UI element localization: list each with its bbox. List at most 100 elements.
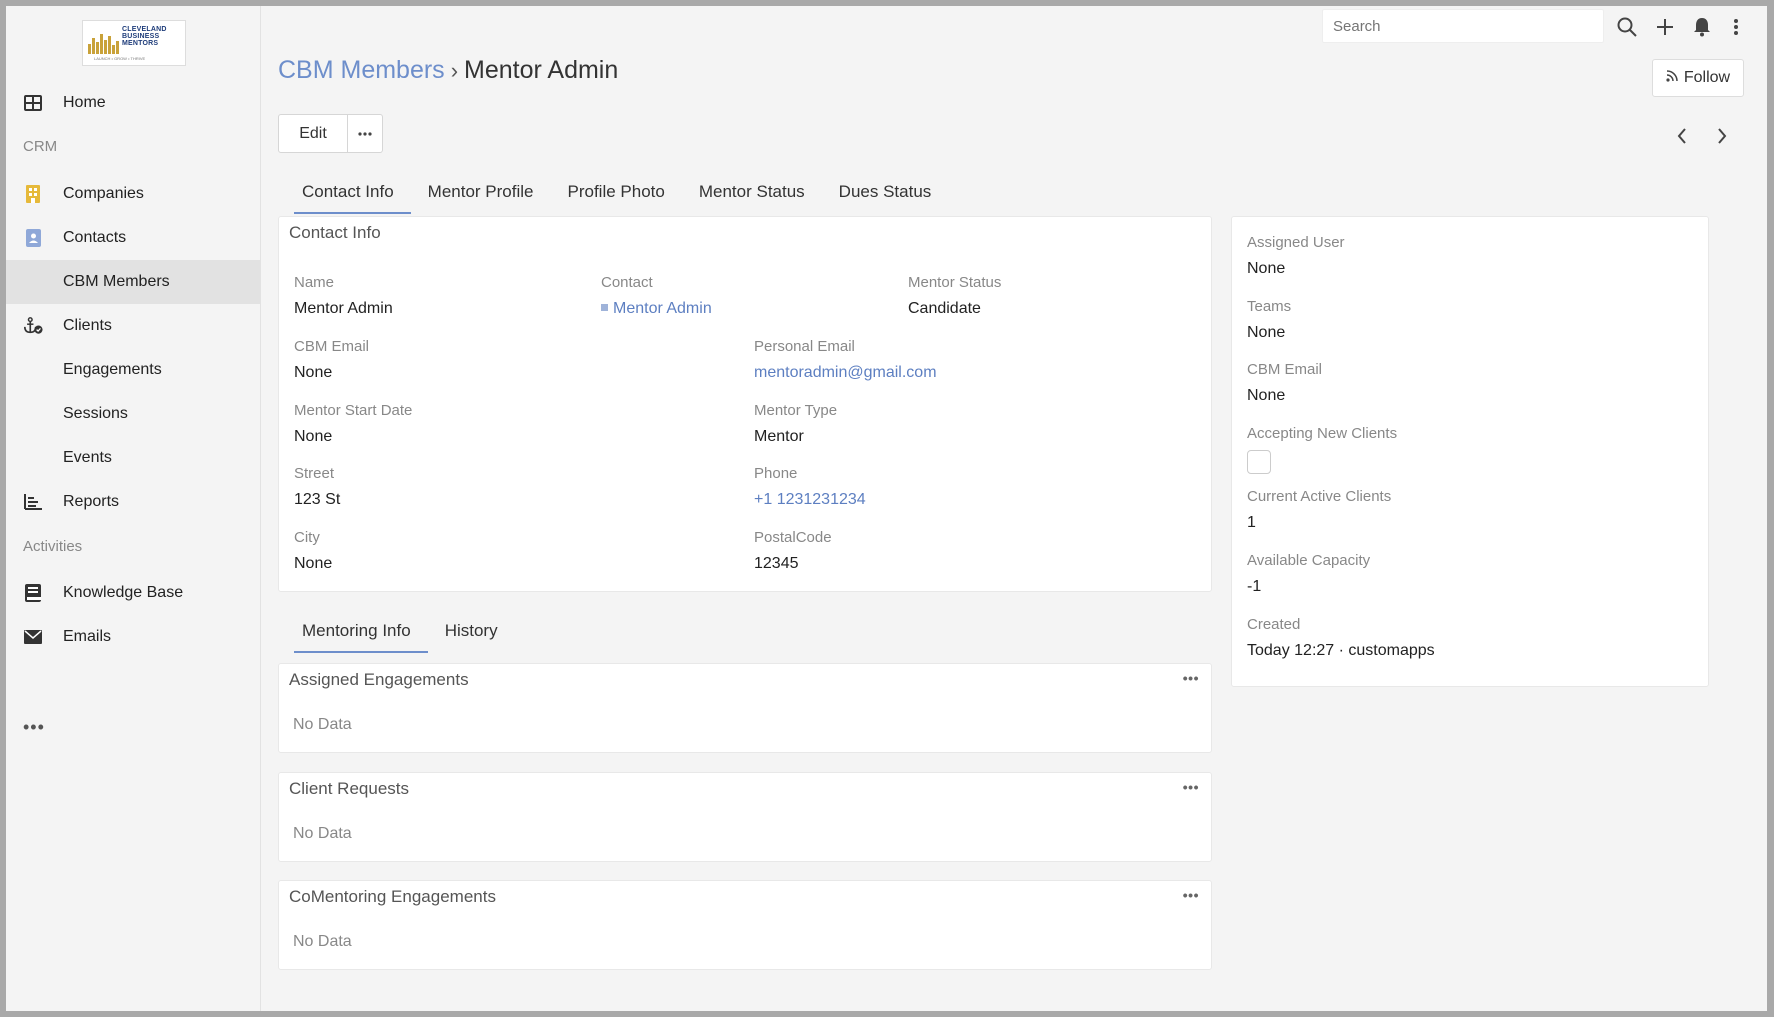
field-name: Name Mentor Admin [294,274,393,318]
field-value: None [294,428,333,445]
side-details-panel: Assigned User None Teams None CBM Email … [1231,216,1709,687]
book-icon [23,583,43,603]
field-label: Current Active Clients [1247,488,1392,505]
sidebar-item-label: CBM Members [63,273,170,290]
field-label: Assigned User [1247,234,1345,251]
sidebar-item-cbm-members[interactable]: CBM Members [6,260,260,304]
sidebar-item-label: Contacts [63,229,127,246]
tab-history[interactable]: History [428,613,515,649]
search-icon[interactable] [1616,16,1638,38]
field-postal-code: PostalCode 12345 [754,529,832,573]
field-accepting-new-clients: Accepting New Clients [1247,425,1397,474]
field-value: Candidate [908,300,981,317]
panel-title: Client Requests [289,779,410,798]
panel-menu-button[interactable]: ••• [1183,887,1199,903]
kebab-menu-icon[interactable] [1725,16,1747,38]
assigned-engagements-panel: Assigned Engagements ••• No Data [278,663,1212,753]
more-actions-button[interactable] [348,115,382,152]
sidebar-item-label: Engagements [63,361,162,378]
field-label: CBM Email [1247,361,1323,378]
sidebar-item-label: Emails [63,628,112,645]
sidebar-item-label: Knowledge Base [63,584,184,601]
phone-link[interactable]: +1 1231231234 [754,491,866,509]
sidebar-item-sessions[interactable]: Sessions [6,392,260,436]
sidebar: CLEVELAND BUSINESS MENTORS LAUNCH • GROW… [6,6,261,1011]
field-value: Mentor Admin [294,300,393,317]
field-value: None [1247,260,1286,277]
no-data-text: No Data [293,825,352,842]
search-input[interactable] [1322,9,1604,43]
no-data-text: No Data [293,933,352,950]
logo-line-1: CLEVELAND [122,26,167,33]
field-label: City [294,529,320,546]
tab-mentor-profile[interactable]: Mentor Profile [411,174,551,210]
panel-menu-button[interactable]: ••• [1183,779,1199,795]
field-mentor-status: Mentor Status Candidate [908,274,1001,318]
sidebar-item-label: Events [63,449,112,466]
client-requests-panel: Client Requests ••• No Data [278,772,1212,862]
logo-tagline: LAUNCH • GROW • THRIVE [94,56,146,61]
tab-profile-photo[interactable]: Profile Photo [551,174,682,210]
sidebar-item-contacts[interactable]: Contacts [6,216,260,260]
contact-link-marker [601,304,608,311]
tab-mentoring-info[interactable]: Mentoring Info [285,613,428,653]
breadcrumb: CBM Members › Mentor Admin [278,56,618,85]
tab-dues-status[interactable]: Dues Status [822,174,949,210]
panel-menu-button[interactable]: ••• [1183,670,1199,686]
sidebar-item-emails[interactable]: Emails [6,615,260,659]
field-label: CBM Email [294,338,370,355]
no-data-text: No Data [293,716,352,733]
field-teams: Teams None [1247,298,1291,342]
field-value: Mentor [754,428,804,445]
breadcrumb-parent-link[interactable]: CBM Members [278,56,445,84]
previous-record-icon[interactable] [1672,126,1692,146]
sidebar-item-engagements[interactable]: Engagements [6,348,260,392]
follow-button[interactable]: Follow [1652,59,1744,97]
record-tabs: Contact Info Mentor Profile Profile Phot… [285,174,949,214]
panel-title: Contact Info [289,223,381,242]
field-label: Name [294,274,335,291]
next-record-icon[interactable] [1712,126,1732,146]
breadcrumb-separator: › [450,58,459,83]
bell-icon[interactable] [1691,16,1713,38]
page-title: Mentor Admin [464,56,619,84]
tab-contact-info[interactable]: Contact Info [285,174,411,214]
field-phone: Phone +1 1231231234 [754,465,866,509]
rss-icon [1666,69,1678,87]
related-tabs: Mentoring Info History [285,613,515,653]
sidebar-item-label: Clients [63,317,112,334]
sidebar-item-home[interactable]: Home [6,81,260,125]
field-value: -1 [1247,578,1262,595]
contact-link[interactable]: Mentor Admin [613,300,712,317]
envelope-icon [23,627,43,647]
logo[interactable]: CLEVELAND BUSINESS MENTORS LAUNCH • GROW… [82,20,186,66]
field-label: Mentor Status [908,274,1002,291]
sidebar-item-events[interactable]: Events [6,436,260,480]
sidebar-item-reports[interactable]: Reports [6,480,260,524]
field-label: Available Capacity [1247,552,1371,569]
edit-button[interactable]: Edit [279,115,348,152]
field-available-capacity: Available Capacity -1 [1247,552,1370,596]
contact-info-panel: Contact Info Name Mentor Admin Contact M… [278,216,1212,592]
plus-icon[interactable] [1654,16,1676,38]
field-street: Street 123 St [294,465,340,509]
field-assigned-user: Assigned User None [1247,234,1345,278]
sidebar-more-button[interactable]: ••• [23,717,45,738]
sidebar-item-companies[interactable]: Companies [6,172,260,216]
sidebar-item-knowledge-base[interactable]: Knowledge Base [6,571,260,615]
field-personal-email: Personal Email mentoradmin@gmail.com [754,338,937,382]
field-label: Street [294,465,335,482]
panel-title: CoMentoring Engagements [289,887,496,906]
sidebar-section-activities: Activities [23,538,83,555]
sidebar-section-crm: CRM [23,138,58,155]
building-icon [23,184,43,204]
field-label: Accepting New Clients [1247,425,1398,442]
sidebar-item-label: Sessions [63,405,128,422]
field-mentor-type: Mentor Type Mentor [754,402,837,446]
tab-mentor-status[interactable]: Mentor Status [682,174,822,210]
field-label: Personal Email [754,338,855,355]
accepting-new-clients-checkbox[interactable] [1247,450,1271,474]
personal-email-link[interactable]: mentoradmin@gmail.com [754,364,937,382]
sidebar-item-clients[interactable]: Clients [6,304,260,348]
field-label: Created [1247,616,1301,633]
